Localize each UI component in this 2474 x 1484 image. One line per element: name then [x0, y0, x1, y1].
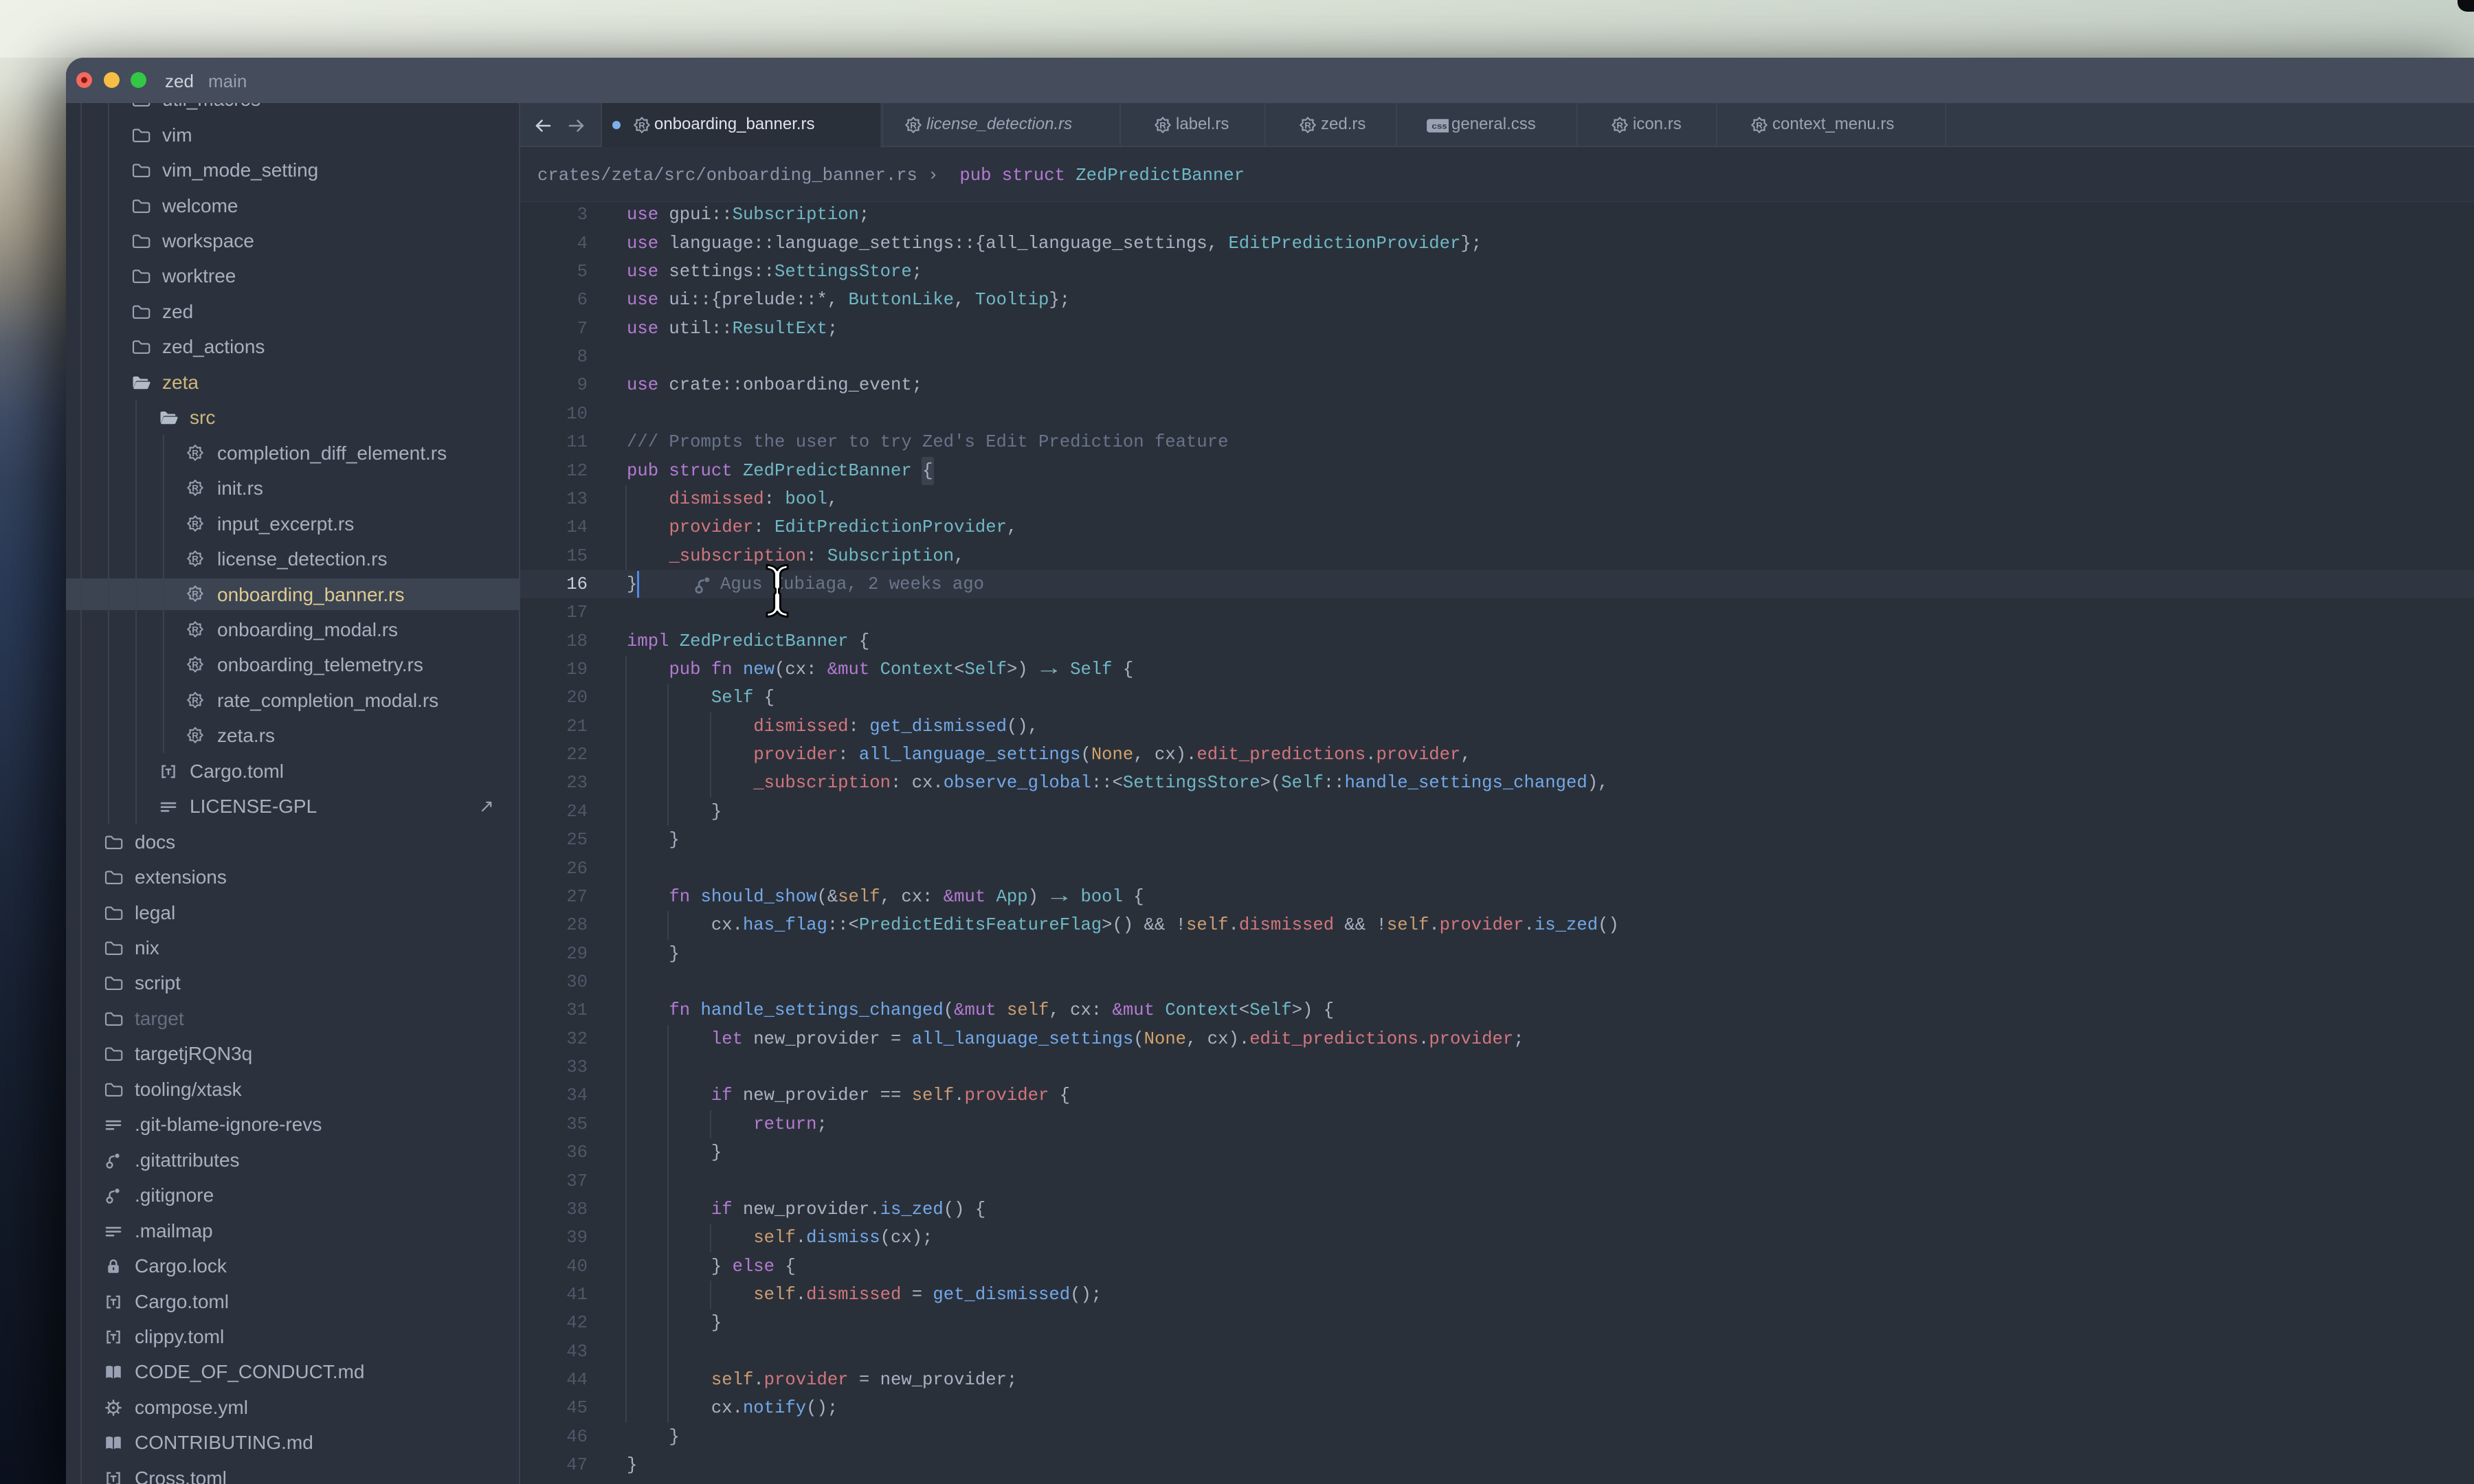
svg-text:R: R — [192, 589, 199, 599]
svg-text:R: R — [910, 120, 917, 131]
svg-text:css: css — [1431, 122, 1447, 131]
svg-text:R: R — [1616, 120, 1623, 131]
svg-text:R: R — [192, 554, 199, 564]
svg-text:R: R — [1304, 120, 1311, 131]
svg-text:R: R — [192, 660, 199, 670]
svg-text:R: R — [192, 625, 199, 635]
svg-text:R: R — [192, 730, 199, 741]
svg-text:R: R — [192, 448, 199, 458]
svg-text:R: R — [192, 519, 199, 529]
svg-text:R: R — [192, 695, 199, 706]
svg-text:R: R — [192, 483, 199, 493]
svg-text:R: R — [1756, 120, 1763, 131]
svg-text:R: R — [1159, 120, 1166, 131]
svg-text:R: R — [638, 120, 645, 131]
